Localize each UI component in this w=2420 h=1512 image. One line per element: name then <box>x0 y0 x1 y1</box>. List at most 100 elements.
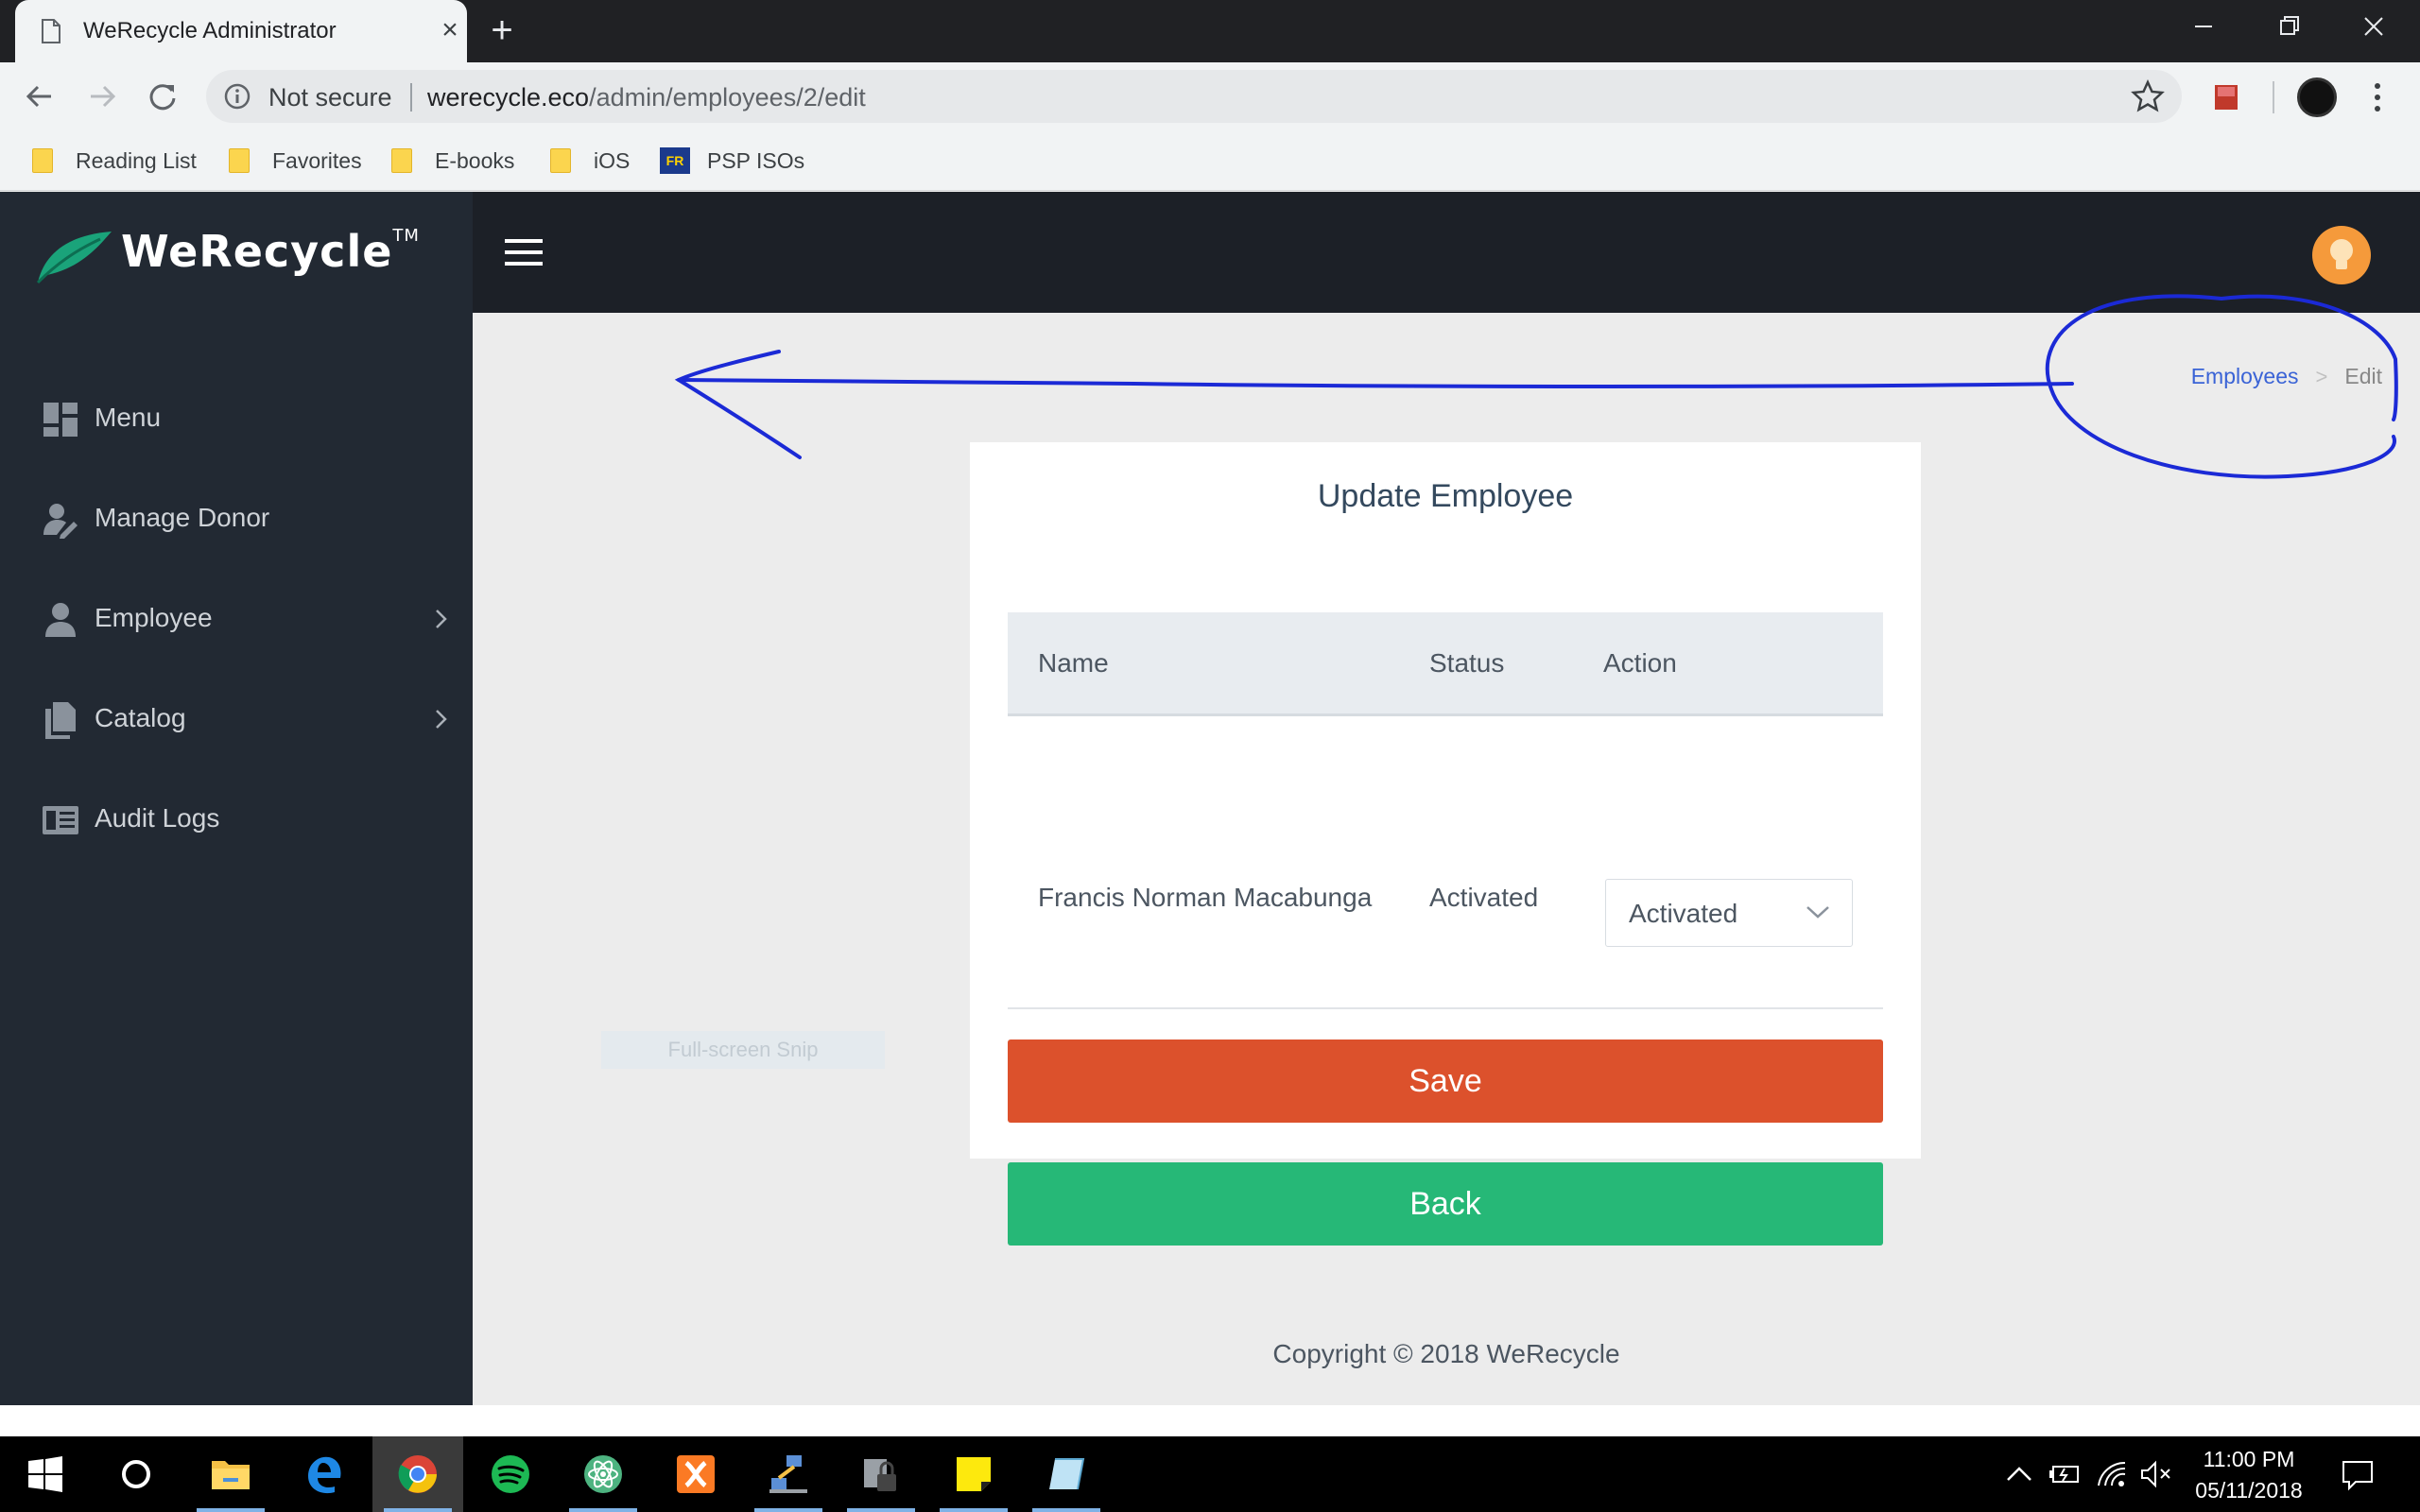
window-close-icon[interactable] <box>2331 0 2416 57</box>
dashboard-icon <box>43 403 78 437</box>
running-indicator <box>384 1508 452 1512</box>
bookmark-ios[interactable]: iOS <box>550 144 630 178</box>
cortana-button[interactable] <box>91 1436 182 1512</box>
sidebar-item-audit-logs[interactable]: Audit Logs <box>0 773 473 868</box>
app-topbar <box>473 192 2420 313</box>
url-host: werecycle.eco <box>427 83 590 112</box>
start-button[interactable] <box>0 1436 91 1512</box>
bookmark-e-books[interactable]: E-books <box>391 144 514 178</box>
chevron-right-icon <box>436 710 447 729</box>
security-label: Not secure <box>268 83 392 112</box>
table-header: Name Status Action <box>1008 612 1883 716</box>
forward-arrow-icon[interactable] <box>81 76 123 117</box>
restore-icon[interactable] <box>2246 0 2331 57</box>
fr-site-icon: FR <box>660 147 690 174</box>
network-icon <box>769 1455 807 1493</box>
tab-title: WeRecycle Administrator <box>83 18 337 43</box>
start-icon <box>28 1456 62 1492</box>
breadcrumb-employees-link[interactable]: Employees <box>2191 364 2299 389</box>
new-tab-button[interactable]: + <box>482 11 522 51</box>
page-icon <box>42 19 60 43</box>
back-arrow-icon[interactable] <box>19 76 60 117</box>
cortana-icon <box>122 1460 150 1488</box>
employee-name-cell: Francis Norman Macabunga <box>1038 883 1373 912</box>
info-icon[interactable] <box>223 82 251 111</box>
taskbar-app-xampp[interactable] <box>650 1436 741 1512</box>
running-indicator <box>1032 1508 1100 1512</box>
spotify-icon <box>492 1455 529 1493</box>
browser-tab[interactable]: WeRecycle Administrator × <box>15 0 467 62</box>
sidebar-item-manage-donor[interactable]: Manage Donor <box>0 472 473 567</box>
sidebar-item-menu[interactable]: Menu <box>0 372 473 467</box>
card-divider <box>1008 1007 1883 1009</box>
taskbar-app-atom[interactable] <box>558 1436 648 1512</box>
address-bar[interactable]: Not secure werecycle.eco/admin/employees… <box>206 70 2182 123</box>
running-indicator <box>847 1508 915 1512</box>
sidebar-item-employee[interactable]: Employee <box>0 573 473 667</box>
taskbar-app-sticky-notes[interactable] <box>928 1436 1019 1512</box>
lightbulb-icon <box>2330 239 2353 269</box>
minimize-icon[interactable] <box>2161 0 2246 57</box>
sidebar-item-label: Audit Logs <box>95 803 220 833</box>
toolbar-divider <box>2273 81 2274 113</box>
brand-logo[interactable]: WeRecycleTM <box>34 220 419 286</box>
user-avatar[interactable] <box>2312 226 2371 284</box>
url-text[interactable]: werecycle.eco/admin/employees/2/edit <box>427 83 866 112</box>
save-button[interactable]: Save <box>1008 1040 1883 1123</box>
sidebar-item-label: Menu <box>95 403 162 432</box>
wifi-icon[interactable] <box>2095 1457 2129 1491</box>
snip-overlay-label: Full-screen Snip <box>601 1031 885 1069</box>
extension-book-icon[interactable] <box>2212 83 2240 112</box>
taskbar-app-notepad[interactable] <box>1021 1436 1112 1512</box>
bookmark-label: Reading List <box>76 147 197 173</box>
documents-icon <box>45 702 76 739</box>
file-explorer-icon <box>212 1461 250 1489</box>
bookmark-reading-list[interactable]: Reading List <box>32 144 197 178</box>
bookmark-label: Favorites <box>272 147 362 173</box>
running-indicator <box>569 1508 637 1512</box>
more-menu-icon[interactable] <box>2363 77 2392 117</box>
lock-icon <box>864 1459 896 1491</box>
brand-text: WeRecycle <box>121 226 393 277</box>
battery-icon[interactable] <box>2048 1457 2082 1491</box>
edge-icon <box>308 1456 341 1494</box>
volume-muted-icon[interactable] <box>2138 1457 2172 1491</box>
taskbar-app-lock[interactable] <box>836 1436 926 1512</box>
sidebar-item-catalog[interactable]: Catalog <box>0 673 473 767</box>
taskbar-app-spotify[interactable] <box>465 1436 556 1512</box>
bookmark-star-icon[interactable] <box>2131 79 2165 113</box>
taskbar-app-chrome[interactable] <box>372 1436 463 1512</box>
profile-avatar[interactable] <box>2297 77 2337 117</box>
status-select-value: Activated <box>1629 899 1738 928</box>
hamburger-menu-icon[interactable] <box>505 237 543 267</box>
column-header-status: Status <box>1429 648 1505 678</box>
running-indicator <box>754 1508 822 1512</box>
folder-icon <box>32 148 53 173</box>
reload-icon[interactable] <box>142 76 183 117</box>
sidebar-item-label: Manage Donor <box>95 503 270 532</box>
chevron-up-icon[interactable] <box>2002 1457 2036 1491</box>
url-path: /admin/employees/2/edit <box>589 83 866 112</box>
xampp-icon <box>677 1455 715 1493</box>
atom-icon <box>584 1455 622 1493</box>
back-button[interactable]: Back <box>1008 1162 1883 1246</box>
taskbar-app-file-explorer[interactable] <box>185 1436 276 1512</box>
tab-close-icon[interactable]: × <box>433 13 467 47</box>
browser-titlebar: WeRecycle Administrator × + <box>0 0 2420 62</box>
bookmark-psp-isos[interactable]: FR PSP ISOs <box>660 144 804 178</box>
folder-icon <box>391 148 412 173</box>
bookmark-label: E-books <box>435 147 515 173</box>
column-header-name: Name <box>1038 648 1109 678</box>
taskbar-app-network[interactable] <box>743 1436 834 1512</box>
running-indicator <box>940 1508 1008 1512</box>
notifications-icon[interactable] <box>2341 1457 2375 1491</box>
folder-icon <box>229 148 250 173</box>
status-select[interactable]: Activated <box>1605 879 1853 947</box>
breadcrumb-separator: > <box>2315 364 2328 388</box>
logs-icon <box>43 806 78 834</box>
system-clock[interactable]: 11:00 PM 05/11/2018 <box>2178 1444 2320 1506</box>
bookmark-favorites[interactable]: Favorites <box>229 144 362 178</box>
running-indicator <box>197 1508 265 1512</box>
user-icon <box>45 603 76 637</box>
taskbar-app-edge[interactable] <box>280 1436 371 1512</box>
